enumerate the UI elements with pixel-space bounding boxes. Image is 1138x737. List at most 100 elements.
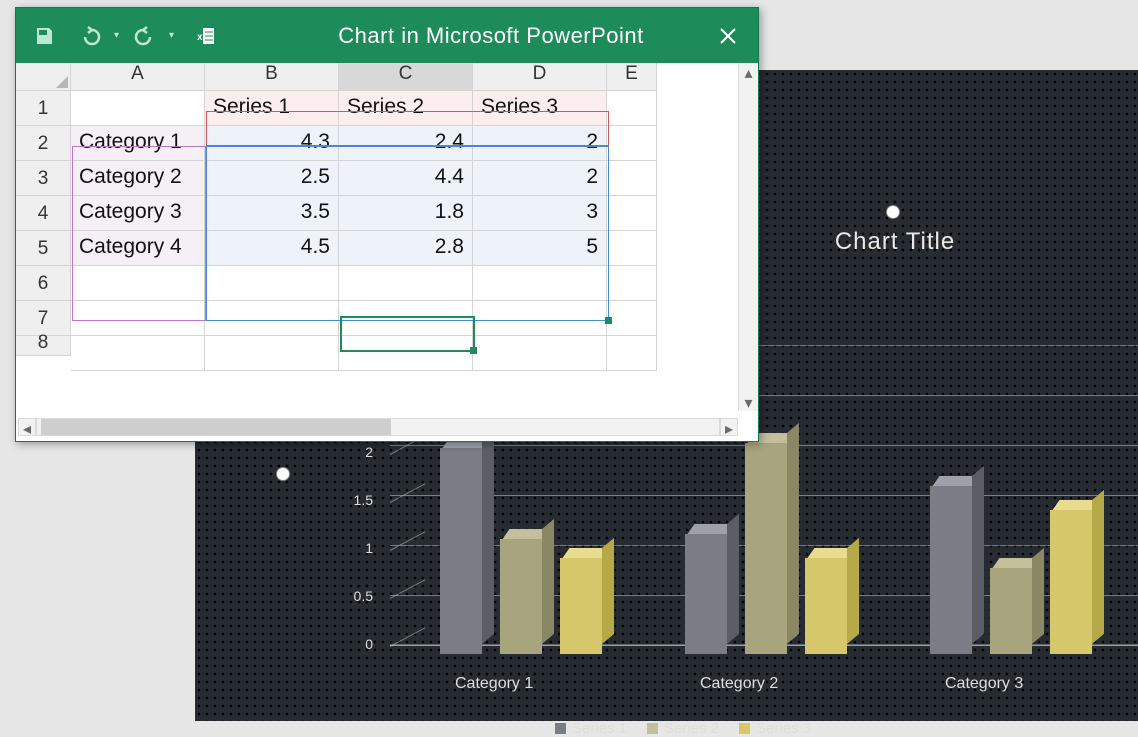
undo-icon[interactable]	[78, 24, 102, 48]
bar-cat3-series3[interactable]	[1050, 510, 1092, 654]
legend-item-series2[interactable]: Series 2	[647, 720, 719, 737]
legend-label: Series 2	[664, 720, 719, 737]
cell[interactable]	[607, 301, 657, 336]
cell[interactable]: 4.4	[339, 161, 473, 196]
cell[interactable]: 5	[473, 231, 607, 266]
x-axis-label: Category 2	[700, 675, 778, 693]
bar-cat2-series3[interactable]	[805, 558, 847, 654]
row-header[interactable]: 1	[16, 91, 71, 126]
row-header[interactable]: 6	[16, 266, 71, 301]
row-header[interactable]: 5	[16, 231, 71, 266]
row-header[interactable]: 7	[16, 301, 71, 336]
cell[interactable]: 1.8	[339, 196, 473, 231]
cell[interactable]: 2	[473, 161, 607, 196]
excel-app-icon: x	[192, 24, 216, 48]
cell[interactable]	[339, 266, 473, 301]
close-button[interactable]	[712, 20, 744, 52]
chart-legend[interactable]: Series 1 Series 2 Series 3	[555, 720, 811, 737]
cell[interactable]: 4.3	[205, 126, 339, 161]
cell[interactable]	[71, 91, 205, 126]
chart-resize-handle-left[interactable]	[277, 468, 289, 480]
cell[interactable]	[607, 196, 657, 231]
chart-title[interactable]: Chart Title	[795, 228, 995, 256]
cell[interactable]	[339, 336, 473, 371]
cell[interactable]	[607, 126, 657, 161]
vertical-scrollbar[interactable]: ▴ ▾	[738, 63, 758, 411]
cell[interactable]	[473, 336, 607, 371]
cell[interactable]	[205, 336, 339, 371]
scroll-thumb[interactable]	[41, 419, 391, 435]
cell[interactable]	[71, 266, 205, 301]
close-icon	[719, 27, 737, 45]
redo-dropdown-icon[interactable]: ▾	[169, 30, 174, 41]
cell[interactable]: Category 2	[71, 161, 205, 196]
column-header-B[interactable]: B	[205, 63, 339, 91]
legend-label: Series 3	[756, 720, 811, 737]
scroll-track[interactable]	[36, 418, 720, 436]
cell[interactable]	[607, 231, 657, 266]
bar-cat3-series2[interactable]	[990, 568, 1032, 654]
cell[interactable]: Category 3	[71, 196, 205, 231]
cell[interactable]	[205, 301, 339, 336]
legend-item-series3[interactable]: Series 3	[739, 720, 811, 737]
cell[interactable]: 3	[473, 196, 607, 231]
bar-cat1-series2[interactable]	[500, 539, 542, 654]
spreadsheet-grid[interactable]: A B C D E 1 Series 1 Series 2 Series 3 2…	[16, 63, 758, 411]
redo-icon[interactable]	[133, 24, 157, 48]
bar-cat2-series2[interactable]	[745, 443, 787, 654]
cell[interactable]	[607, 336, 657, 371]
cell[interactable]	[339, 301, 473, 336]
row-header[interactable]: 8	[16, 336, 71, 356]
cell[interactable]: 2.4	[339, 126, 473, 161]
cell[interactable]	[607, 91, 657, 126]
column-header-A[interactable]: A	[71, 63, 205, 91]
column-header-D[interactable]: D	[473, 63, 607, 91]
cell[interactable]	[71, 301, 205, 336]
save-icon[interactable]	[32, 24, 56, 48]
chart-datasheet-window[interactable]: ▾ ▾ x Chart in Microsoft PowerPoint A B …	[15, 7, 759, 442]
legend-label: Series 1	[572, 720, 627, 737]
cell[interactable]: Category 1	[71, 126, 205, 161]
row-header[interactable]: 3	[16, 161, 71, 196]
quick-access-toolbar: ▾ ▾ x	[16, 24, 224, 48]
y-tick: 1.5	[333, 492, 373, 508]
scroll-left-icon[interactable]: ◂	[18, 418, 36, 436]
cell[interactable]: Series 2	[339, 91, 473, 126]
scroll-up-icon[interactable]: ▴	[744, 63, 752, 81]
cell[interactable]	[607, 161, 657, 196]
select-all-corner[interactable]	[16, 63, 71, 91]
bar-cat1-series1[interactable]	[440, 448, 482, 654]
cell[interactable]: Series 1	[205, 91, 339, 126]
y-tick: 0.5	[333, 588, 373, 604]
cell[interactable]: 4.5	[205, 231, 339, 266]
legend-swatch	[739, 723, 750, 734]
cell[interactable]: 2	[473, 126, 607, 161]
y-tick: 0	[333, 636, 373, 652]
cell[interactable]	[473, 301, 607, 336]
undo-dropdown-icon[interactable]: ▾	[114, 30, 119, 41]
cell[interactable]: 2.5	[205, 161, 339, 196]
column-header-E[interactable]: E	[607, 63, 657, 91]
horizontal-scrollbar[interactable]: ◂ ▸	[18, 415, 738, 439]
cell[interactable]: Series 3	[473, 91, 607, 126]
cell[interactable]	[607, 266, 657, 301]
column-header-C[interactable]: C	[339, 63, 473, 91]
scroll-right-icon[interactable]: ▸	[720, 418, 738, 436]
legend-item-series1[interactable]: Series 1	[555, 720, 627, 737]
scroll-down-icon[interactable]: ▾	[744, 393, 752, 411]
row-header[interactable]: 2	[16, 126, 71, 161]
bar-cat1-series3[interactable]	[560, 558, 602, 654]
cell[interactable]	[71, 336, 205, 371]
cell[interactable]: 3.5	[205, 196, 339, 231]
row-header[interactable]: 4	[16, 196, 71, 231]
chart-resize-handle-top[interactable]	[887, 206, 899, 218]
cell[interactable]	[205, 266, 339, 301]
bar-cat2-series1[interactable]	[685, 534, 727, 654]
window-titlebar[interactable]: ▾ ▾ x Chart in Microsoft PowerPoint	[16, 8, 758, 63]
cell[interactable]: 2.8	[339, 231, 473, 266]
bar-cat3-series1[interactable]	[930, 486, 972, 654]
cell[interactable]: Category 4	[71, 231, 205, 266]
window-title: Chart in Microsoft PowerPoint	[224, 23, 758, 49]
cell[interactable]	[473, 266, 607, 301]
y-tick: 1	[333, 540, 373, 556]
